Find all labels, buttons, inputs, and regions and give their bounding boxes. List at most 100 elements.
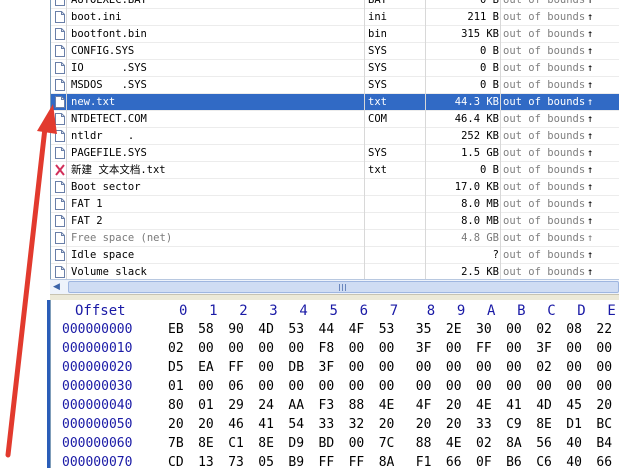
hex-byte[interactable]: 00 [288, 377, 312, 396]
hex-byte[interactable]: 00 [379, 377, 403, 396]
hex-byte[interactable]: 00 [566, 377, 590, 396]
hex-byte[interactable]: 30 [476, 320, 500, 339]
hex-byte[interactable]: 02 [536, 320, 560, 339]
hex-row[interactable]: 000000000 EB 58 90 4D 53 44 4F 53 35 2E 30 00 02 08 22 [51, 320, 619, 339]
hex-byte[interactable]: 56 [536, 434, 560, 453]
hex-byte[interactable]: F1 [416, 453, 440, 468]
hex-byte[interactable]: 44 [319, 320, 343, 339]
hex-byte[interactable]: 7B [168, 434, 192, 453]
hex-byte[interactable]: 00 [258, 339, 282, 358]
hex-byte[interactable]: DB [288, 358, 312, 377]
hex-byte[interactable]: 20 [446, 396, 470, 415]
hex-byte[interactable]: 46 [228, 415, 252, 434]
hex-byte[interactable]: 00 [506, 320, 530, 339]
hex-byte[interactable]: AA [288, 396, 312, 415]
hex-byte[interactable]: 00 [506, 377, 530, 396]
hex-byte[interactable]: 4E [476, 396, 500, 415]
hex-byte[interactable]: 4E [446, 434, 470, 453]
hex-byte[interactable]: 88 [349, 396, 373, 415]
hex-byte[interactable]: 00 [198, 377, 222, 396]
file-row[interactable]: PAGEFILE.SYS SYS 1.5 GB out of bounds ↑ [51, 145, 619, 162]
hex-byte[interactable]: 00 [446, 358, 470, 377]
hex-byte[interactable]: 00 [476, 358, 500, 377]
hex-byte[interactable]: 13 [198, 453, 222, 468]
hex-byte[interactable]: EA [198, 358, 222, 377]
file-row[interactable]: Boot sector 17.0 KB out of bounds ↑ [51, 179, 619, 196]
hex-byte[interactable]: 7C [379, 434, 403, 453]
hex-byte[interactable]: 58 [198, 320, 222, 339]
hex-byte[interactable]: 00 [379, 339, 403, 358]
hex-byte[interactable]: 0F [476, 453, 500, 468]
hex-byte[interactable]: 00 [566, 339, 590, 358]
hex-byte[interactable]: 00 [446, 377, 470, 396]
hex-byte[interactable]: 06 [228, 377, 252, 396]
hex-byte[interactable]: 20 [596, 396, 619, 415]
hex-byte[interactable]: 8A [506, 434, 530, 453]
hex-byte[interactable]: B4 [596, 434, 619, 453]
file-row[interactable]: IO .SYS SYS 0 B out of bounds ↑ [51, 60, 619, 77]
hex-byte[interactable]: B9 [288, 453, 312, 468]
hex-row[interactable]: 000000020 D5 EA FF 00 DB 3F 00 00 00 00 00 00 02 00 00 [51, 358, 619, 377]
hex-row[interactable]: 000000070 CD 13 73 05 B9 FF FF 8A F1 66 0F B6 C6 40 66 [51, 453, 619, 468]
hex-byte[interactable]: 32 [349, 415, 373, 434]
hex-byte[interactable]: 05 [258, 453, 282, 468]
hex-byte[interactable]: 40 [566, 453, 590, 468]
scrollbar-thumb[interactable] [68, 281, 619, 293]
hex-byte[interactable]: 33 [319, 415, 343, 434]
hex-byte[interactable]: 00 [476, 377, 500, 396]
hex-byte[interactable]: 3F [319, 358, 343, 377]
hex-byte[interactable]: 8A [379, 453, 403, 468]
hex-byte[interactable]: 66 [446, 453, 470, 468]
hex-byte[interactable]: 53 [379, 320, 403, 339]
scroll-left-icon[interactable]: ◀ [53, 282, 63, 292]
file-row[interactable]: Idle space? out of bounds ↑ [51, 247, 619, 264]
hex-byte[interactable]: 00 [228, 339, 252, 358]
hex-byte[interactable]: 00 [288, 339, 312, 358]
file-row[interactable]: CONFIG.SYS SYS 0 B out of bounds ↑ [51, 43, 619, 60]
hex-row[interactable]: 000000040 80 01 29 24 AA F3 88 4E 4F 20 4E 41 4D 45 20 [51, 396, 619, 415]
hex-byte[interactable]: 22 [596, 320, 619, 339]
hex-byte[interactable]: F8 [319, 339, 343, 358]
hex-byte[interactable]: 90 [228, 320, 252, 339]
hex-row[interactable]: 000000010 02 00 00 00 00 F8 00 00 3F 00 FF 00 3F 00 00 [51, 339, 619, 358]
file-row[interactable]: Free space (net) 4.8 GB out of bounds ↑ [51, 230, 619, 247]
hex-byte[interactable]: 41 [506, 396, 530, 415]
hex-byte[interactable]: FF [228, 358, 252, 377]
horizontal-scrollbar[interactable]: ◀ [50, 279, 619, 295]
hex-byte[interactable]: 00 [349, 377, 373, 396]
hex-byte[interactable]: FF [319, 453, 343, 468]
hex-byte[interactable]: D1 [566, 415, 590, 434]
hex-byte[interactable]: 00 [596, 358, 619, 377]
hex-byte[interactable]: FF [349, 453, 373, 468]
file-row[interactable]: ntldr . 252 KB out of bounds ↑ [51, 128, 619, 145]
hex-byte[interactable]: 40 [566, 434, 590, 453]
hex-byte[interactable]: 00 [349, 358, 373, 377]
hex-byte[interactable]: EB [168, 320, 192, 339]
hex-byte[interactable]: 01 [168, 377, 192, 396]
hex-byte[interactable]: 00 [379, 358, 403, 377]
hex-byte[interactable]: 00 [506, 358, 530, 377]
hex-byte[interactable]: 29 [228, 396, 252, 415]
file-row[interactable]: bootfont.bin bin 315 KB out of bounds ↑ [51, 26, 619, 43]
file-row[interactable]: new.txt txt 44.3 KB out of bounds ↑ [51, 94, 619, 111]
hex-byte[interactable]: 00 [506, 339, 530, 358]
hex-byte[interactable]: 00 [319, 377, 343, 396]
hex-byte[interactable]: 20 [168, 415, 192, 434]
hex-byte[interactable]: 4F [349, 320, 373, 339]
hex-byte[interactable]: 41 [258, 415, 282, 434]
hex-byte[interactable]: 00 [258, 358, 282, 377]
hex-byte[interactable]: 2E [446, 320, 470, 339]
hex-byte[interactable]: 8E [258, 434, 282, 453]
hex-byte[interactable]: 00 [198, 339, 222, 358]
file-row[interactable]: boot.ini ini 211 B out of bounds ↑ [51, 9, 619, 26]
hex-byte[interactable]: 20 [416, 415, 440, 434]
hex-byte[interactable]: 08 [566, 320, 590, 339]
hex-byte[interactable]: 24 [258, 396, 282, 415]
hex-byte[interactable]: 53 [288, 320, 312, 339]
hex-byte[interactable]: CD [168, 453, 192, 468]
hex-byte[interactable]: 33 [476, 415, 500, 434]
hex-byte[interactable]: 02 [476, 434, 500, 453]
hex-byte[interactable]: 00 [566, 358, 590, 377]
hex-byte[interactable]: 3F [536, 339, 560, 358]
hex-byte[interactable]: C1 [228, 434, 252, 453]
